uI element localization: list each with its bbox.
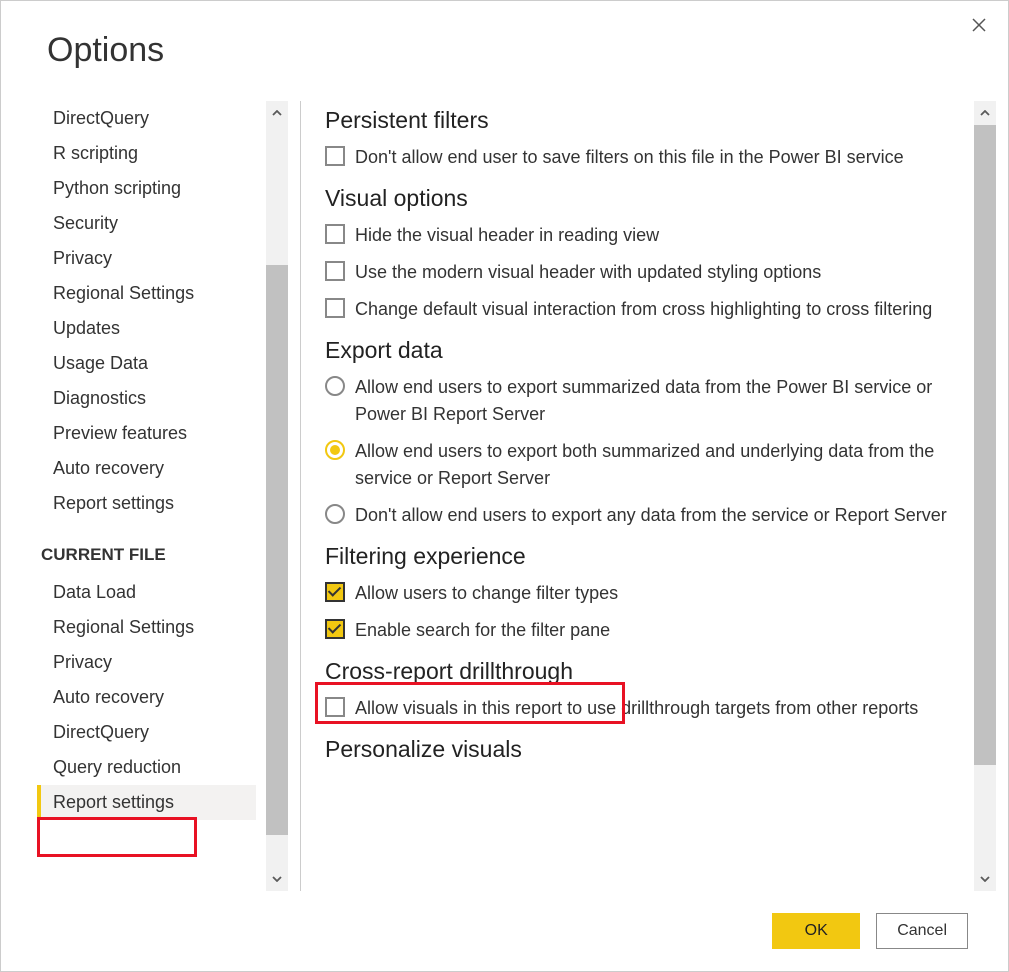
- option-export-none[interactable]: Don't allow end users to export any data…: [325, 502, 964, 529]
- sidebar-item-directquery[interactable]: DirectQuery: [37, 101, 256, 136]
- dialog-body: DirectQuery R scripting Python scripting…: [1, 101, 1008, 891]
- sidebar-item-python-scripting[interactable]: Python scripting: [37, 171, 256, 206]
- options-dialog: Options DirectQuery R scripting Python s…: [0, 0, 1009, 972]
- option-enable-search-filter-pane[interactable]: Enable search for the filter pane: [325, 617, 964, 644]
- option-modern-visual-header[interactable]: Use the modern visual header with update…: [325, 259, 964, 286]
- sidebar-item-privacy[interactable]: Privacy: [37, 241, 256, 276]
- chevron-down-icon[interactable]: [974, 867, 996, 891]
- checkbox[interactable]: [325, 146, 345, 166]
- sidebar-item-preview-features[interactable]: Preview features: [37, 416, 256, 451]
- close-icon: [972, 18, 986, 32]
- chevron-up-icon[interactable]: [974, 101, 996, 125]
- section-title-export-data: Export data: [325, 337, 964, 364]
- option-label: Change default visual interaction from c…: [355, 296, 964, 323]
- sidebar-item-auto-recovery-cf[interactable]: Auto recovery: [37, 680, 256, 715]
- dialog-footer: OK Cancel: [1, 891, 1008, 971]
- sidebar-item-auto-recovery[interactable]: Auto recovery: [37, 451, 256, 486]
- option-hide-visual-header[interactable]: Hide the visual header in reading view: [325, 222, 964, 249]
- content-pane: Persistent filters Don't allow end user …: [301, 101, 1008, 891]
- sidebar: DirectQuery R scripting Python scripting…: [37, 101, 301, 891]
- chevron-down-icon[interactable]: [266, 867, 288, 891]
- option-label: Use the modern visual header with update…: [355, 259, 964, 286]
- scrollbar-track[interactable]: [266, 125, 288, 867]
- dialog-title: Options: [1, 1, 1008, 94]
- option-export-both[interactable]: Allow end users to export both summarize…: [325, 438, 964, 492]
- checkbox[interactable]: [325, 224, 345, 244]
- option-export-summarized[interactable]: Allow end users to export summarized dat…: [325, 374, 964, 428]
- section-title-cross-report-drillthrough: Cross-report drillthrough: [325, 658, 964, 685]
- sidebar-item-r-scripting[interactable]: R scripting: [37, 136, 256, 171]
- sidebar-item-directquery-cf[interactable]: DirectQuery: [37, 715, 256, 750]
- checkbox[interactable]: [325, 261, 345, 281]
- cancel-button[interactable]: Cancel: [876, 913, 968, 949]
- sidebar-item-query-reduction[interactable]: Query reduction: [37, 750, 256, 785]
- annotation-highlight-sidebar: [37, 817, 197, 857]
- option-allow-change-filter-types[interactable]: Allow users to change filter types: [325, 580, 964, 607]
- sidebar-item-diagnostics[interactable]: Diagnostics: [37, 381, 256, 416]
- sidebar-item-report-settings-global[interactable]: Report settings: [37, 486, 256, 521]
- sidebar-section-header-current-file: CURRENT FILE: [37, 521, 256, 575]
- ok-button[interactable]: OK: [772, 913, 860, 949]
- content-scroll-area: Persistent filters Don't allow end user …: [325, 101, 964, 891]
- scrollbar-thumb[interactable]: [266, 265, 288, 835]
- content-scrollbar[interactable]: [974, 101, 996, 891]
- option-label: Hide the visual header in reading view: [355, 222, 964, 249]
- sidebar-item-regional-settings-cf[interactable]: Regional Settings: [37, 610, 256, 645]
- option-label: Don't allow end user to save filters on …: [355, 144, 964, 171]
- section-title-personalize-visuals: Personalize visuals: [325, 736, 964, 763]
- checkbox[interactable]: [325, 298, 345, 318]
- checkbox[interactable]: [325, 619, 345, 639]
- scrollbar-track[interactable]: [974, 125, 996, 867]
- section-title-filtering-experience: Filtering experience: [325, 543, 964, 570]
- sidebar-item-usage-data[interactable]: Usage Data: [37, 346, 256, 381]
- close-button[interactable]: [964, 11, 994, 42]
- sidebar-item-updates[interactable]: Updates: [37, 311, 256, 346]
- checkbox[interactable]: [325, 582, 345, 602]
- option-label: Don't allow end users to export any data…: [355, 502, 964, 529]
- radio[interactable]: [325, 440, 345, 460]
- section-title-visual-options: Visual options: [325, 185, 964, 212]
- sidebar-item-report-settings-cf[interactable]: Report settings: [37, 785, 256, 820]
- annotation-highlight-content: [315, 682, 625, 724]
- sidebar-item-regional-settings[interactable]: Regional Settings: [37, 276, 256, 311]
- radio[interactable]: [325, 504, 345, 524]
- option-persistent-filters-disallow[interactable]: Don't allow end user to save filters on …: [325, 144, 964, 171]
- sidebar-list: DirectQuery R scripting Python scripting…: [37, 101, 256, 891]
- sidebar-item-security[interactable]: Security: [37, 206, 256, 241]
- sidebar-scrollbar[interactable]: [266, 101, 288, 891]
- option-label: Enable search for the filter pane: [355, 617, 964, 644]
- option-cross-filtering-default[interactable]: Change default visual interaction from c…: [325, 296, 964, 323]
- scrollbar-thumb[interactable]: [974, 125, 996, 765]
- radio[interactable]: [325, 376, 345, 396]
- sidebar-item-data-load[interactable]: Data Load: [37, 575, 256, 610]
- option-label: Allow end users to export both summarize…: [355, 438, 964, 492]
- sidebar-item-privacy-cf[interactable]: Privacy: [37, 645, 256, 680]
- section-title-persistent-filters: Persistent filters: [325, 107, 964, 134]
- option-label: Allow users to change filter types: [355, 580, 964, 607]
- option-label: Allow end users to export summarized dat…: [355, 374, 964, 428]
- chevron-up-icon[interactable]: [266, 101, 288, 125]
